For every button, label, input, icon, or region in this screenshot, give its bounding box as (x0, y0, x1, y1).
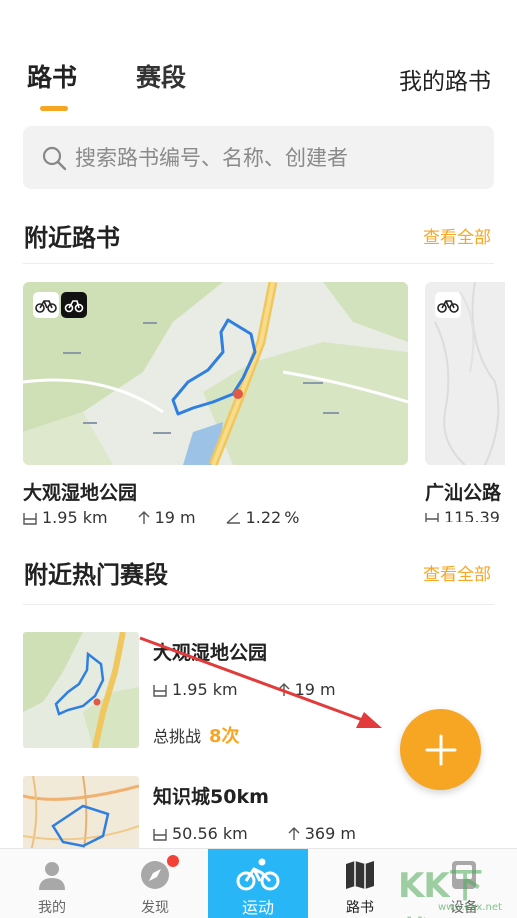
notification-dot (167, 855, 179, 867)
map-book-icon (346, 861, 374, 889)
person-icon (39, 862, 65, 890)
nav-item-discover[interactable]: 发现 (105, 849, 205, 918)
add-button[interactable] (400, 709, 481, 790)
nav-item-routebook[interactable]: 路书 (310, 849, 410, 918)
nav-label: 发现 (141, 900, 169, 916)
watermark: KK下载 www.kkx.net (398, 858, 513, 918)
plus-icon (425, 734, 456, 765)
nav-item-my[interactable]: 我的 (2, 849, 102, 918)
watermark-url: www.kkx.net (438, 902, 502, 913)
bicycle-icon (236, 858, 280, 891)
nav-label: 路书 (346, 900, 374, 916)
nav-item-sport[interactable]: 运动 (208, 849, 308, 918)
nav-label: 运动 (241, 898, 274, 917)
nav-label: 我的 (38, 900, 66, 916)
compass-icon (141, 861, 169, 889)
